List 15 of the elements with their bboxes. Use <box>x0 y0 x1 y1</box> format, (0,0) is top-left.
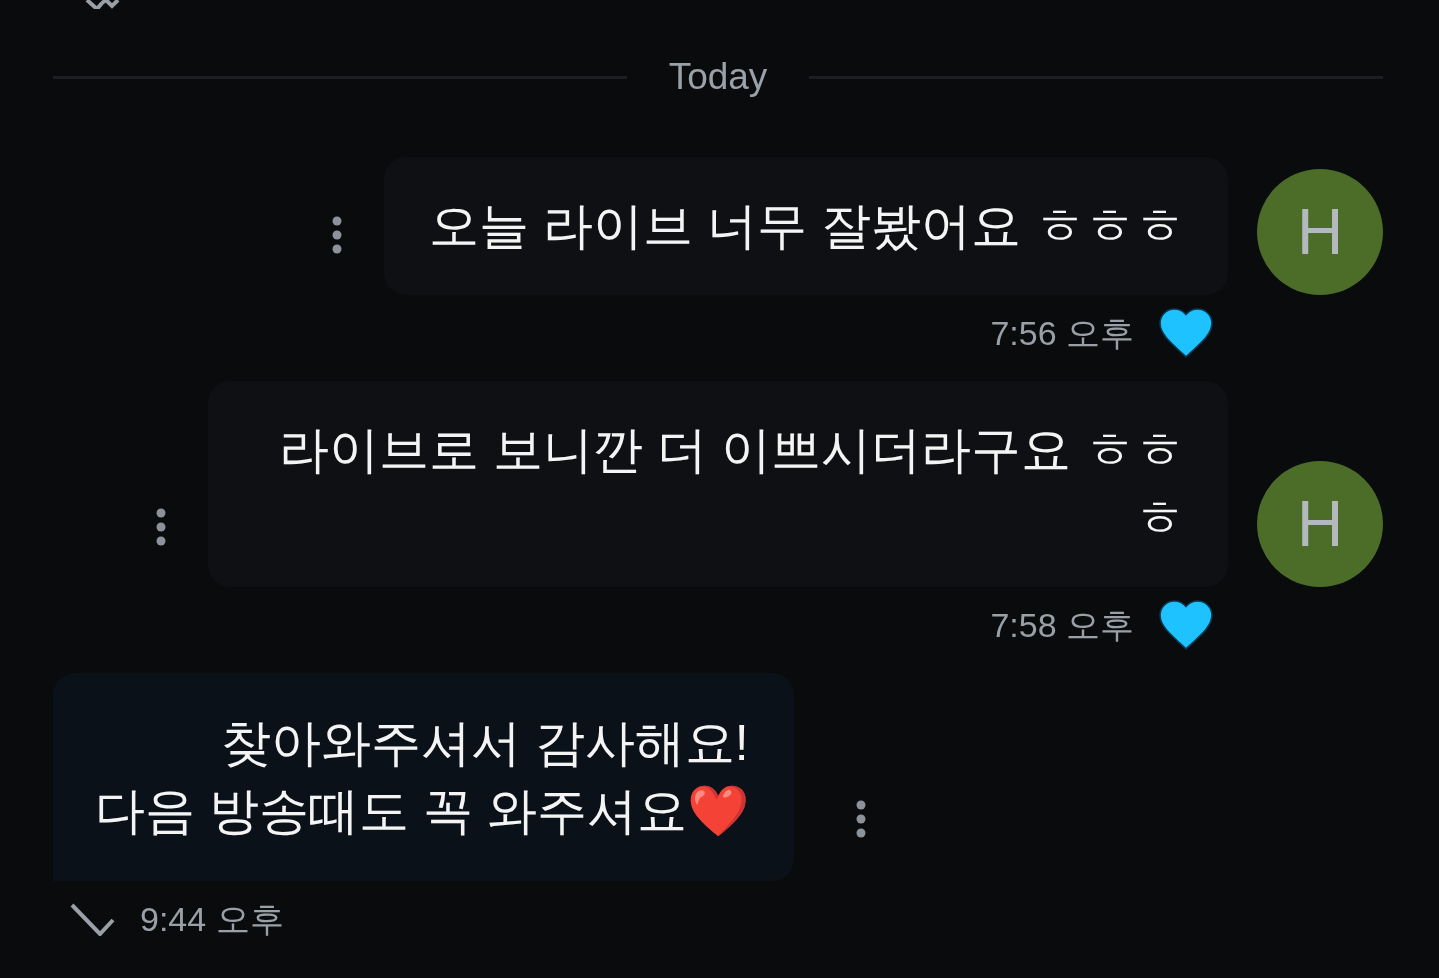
avatar[interactable]: H <box>1257 461 1383 587</box>
double-check-icon <box>85 0 120 9</box>
message-text: 라이브로 보니깐 더 이쁘시더라구요 ㅎㅎㅎ <box>278 421 1185 548</box>
heart-icon[interactable] <box>1159 308 1213 358</box>
more-options-icon[interactable] <box>855 800 866 838</box>
more-options-icon[interactable] <box>156 508 166 546</box>
message-text: 오늘 라이브 너무 잘봤어요 ㅎㅎㅎ <box>429 197 1185 256</box>
avatar[interactable]: H <box>1257 169 1383 295</box>
heart-icon[interactable] <box>1159 600 1213 650</box>
message-text: 찾아와주셔서 감사해요! 다음 방송때도 꼭 와주셔요❤ <box>95 714 749 841</box>
date-divider-label: Today <box>668 55 768 99</box>
more-options-icon[interactable] <box>332 216 343 254</box>
message-time: 7:56 오후 <box>990 313 1134 353</box>
message-time: 7:58 오후 <box>990 605 1134 645</box>
message-time: 9:44 오후 <box>140 899 284 939</box>
